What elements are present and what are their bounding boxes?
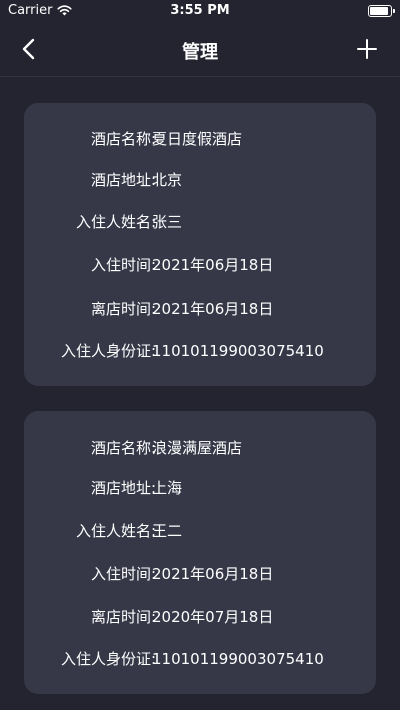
guest-id-value: 110101199003075410 [152, 650, 324, 668]
hotel-address-row: 酒店地址: 上海 [24, 476, 376, 500]
hotel-name-row: 酒店名称: 浪漫满屋酒店 [24, 436, 376, 460]
guest-name-label: 入住人姓名: [75, 213, 156, 231]
check-out-row: 离店时间: 2020年07月18日 [24, 605, 376, 629]
hotel-name-label: 酒店名称: [90, 439, 156, 457]
guest-id-row: 入住人身份证: 110101199003075410 [24, 647, 376, 671]
hotel-name-label: 酒店名称: [90, 130, 156, 148]
navigation-bar: 管理 [0, 22, 400, 77]
battery-icon [368, 5, 395, 17]
check-in-value: 2021年06月18日 [152, 256, 274, 274]
status-time: 3:55 PM [170, 3, 230, 18]
guest-name-value: 张三 [152, 213, 183, 231]
check-out-value: 2021年06月18日 [152, 300, 274, 318]
hotel-address-value: 北京 [152, 171, 183, 189]
guest-id-label: 入住人身份证: [60, 650, 156, 668]
hotel-address-row: 酒店地址: 北京 [24, 168, 376, 192]
check-out-label: 离店时间: [90, 608, 156, 626]
status-bar: Carrier 3:55 PM [0, 0, 400, 22]
booking-card[interactable]: 酒店名称: 浪漫满屋酒店 酒店地址: 上海 入住人姓名: 王二 入住时间: 20… [24, 411, 376, 694]
hotel-address-label: 酒店地址: [90, 171, 156, 189]
hotel-name-row: 酒店名称: 夏日度假酒店 [24, 127, 376, 151]
page-title: 管理 [182, 42, 218, 63]
check-in-row: 入住时间: 2021年06月18日 [24, 253, 376, 277]
booking-card[interactable]: 酒店名称: 夏日度假酒店 酒店地址: 北京 入住人姓名: 张三 入住时间: 20… [24, 103, 376, 386]
check-in-row: 入住时间: 2021年06月18日 [24, 562, 376, 586]
check-out-label: 离店时间: [90, 300, 156, 318]
guest-name-row: 入住人姓名: 张三 [24, 210, 376, 234]
guest-name-value: 王二 [152, 522, 183, 540]
check-out-row: 离店时间: 2021年06月18日 [24, 297, 376, 321]
hotel-address-label: 酒店地址: [90, 479, 156, 497]
plus-icon [357, 39, 377, 59]
hotel-name-value: 夏日度假酒店 [152, 130, 243, 148]
add-booking-button[interactable] [356, 38, 378, 60]
check-in-label: 入住时间: [90, 565, 156, 583]
guest-id-label: 入住人身份证: [60, 342, 156, 360]
guest-name-label: 入住人姓名: [75, 522, 156, 540]
guest-id-row: 入住人身份证: 110101199003075410 [24, 339, 376, 363]
hotel-address-value: 上海 [152, 479, 183, 497]
check-in-label: 入住时间: [90, 256, 156, 274]
guest-name-row: 入住人姓名: 王二 [24, 519, 376, 543]
check-out-value: 2020年07月18日 [152, 608, 274, 626]
guest-id-value: 110101199003075410 [152, 342, 324, 360]
check-in-value: 2021年06月18日 [152, 565, 274, 583]
hotel-name-value: 浪漫满屋酒店 [152, 439, 243, 457]
